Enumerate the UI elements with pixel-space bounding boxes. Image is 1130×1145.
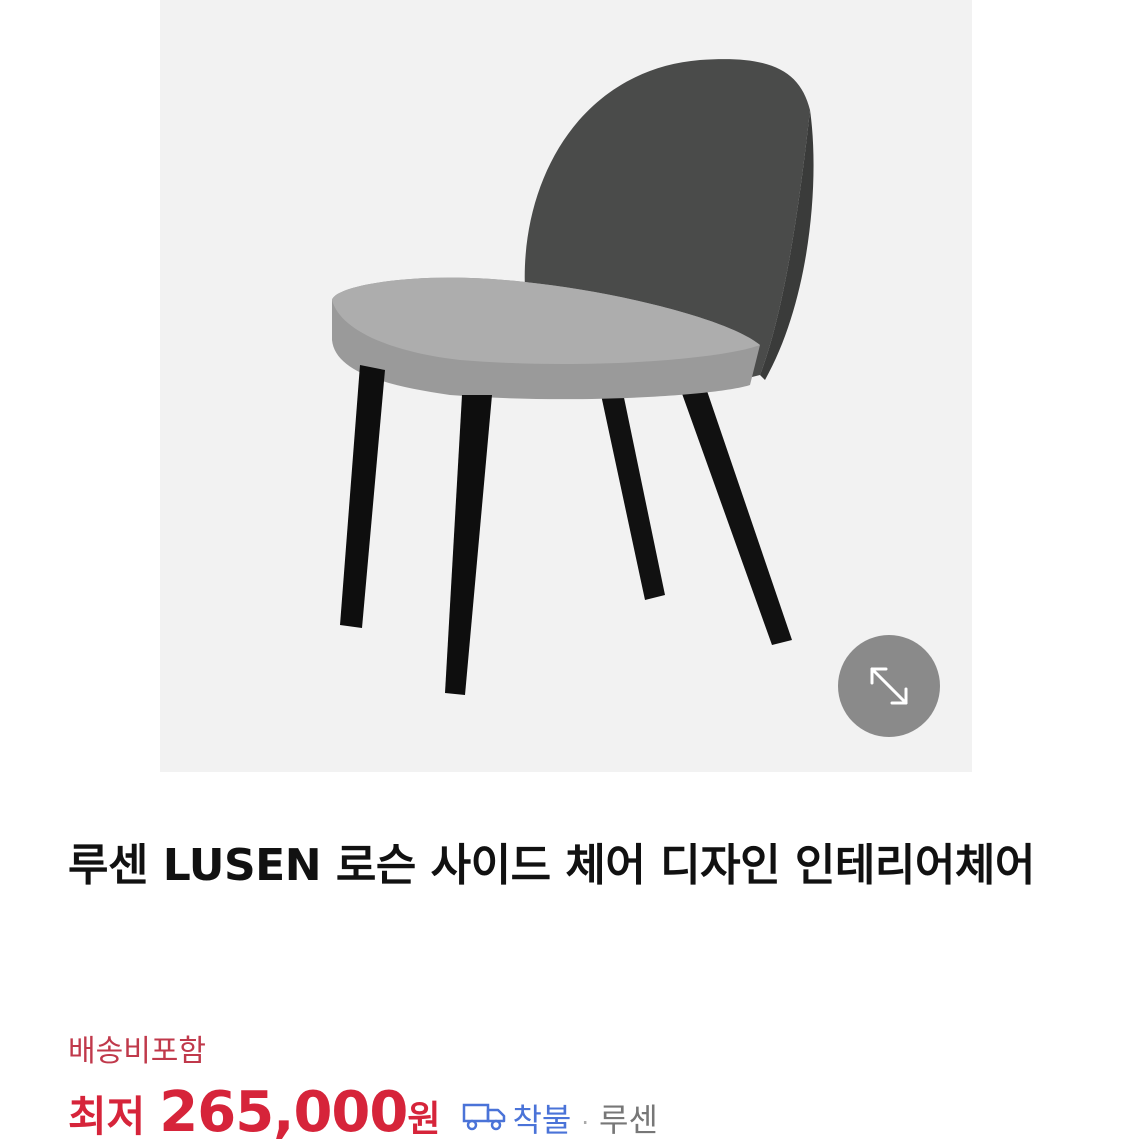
product-image[interactable] <box>160 0 972 772</box>
chair-leg-front-left <box>340 365 385 628</box>
seller-name[interactable]: 루센 <box>599 1095 658 1141</box>
chair-leg-front-right <box>445 395 492 695</box>
expand-arrows-icon <box>870 667 908 705</box>
truck-icon <box>462 1101 506 1131</box>
chair-leg-back-right <box>680 385 792 645</box>
separator-dot: · <box>581 1109 589 1137</box>
chair-leg-back-left <box>600 388 665 600</box>
price-label: 최저 <box>68 1092 146 1141</box>
product-title: 루센 LUSEN 로슨 사이드 체어 디자인 인테리어체어 <box>68 840 1035 891</box>
expand-image-button[interactable] <box>838 635 940 737</box>
price-unit: 원 <box>407 1099 441 1140</box>
shipping-included-note: 배송비포함 <box>68 1034 206 1069</box>
price-value: 265,000 <box>159 1080 408 1145</box>
price-row: 최저 265,000 원 착불 · 루센 <box>68 1080 658 1145</box>
delivery-type: 착불 <box>512 1101 572 1139</box>
